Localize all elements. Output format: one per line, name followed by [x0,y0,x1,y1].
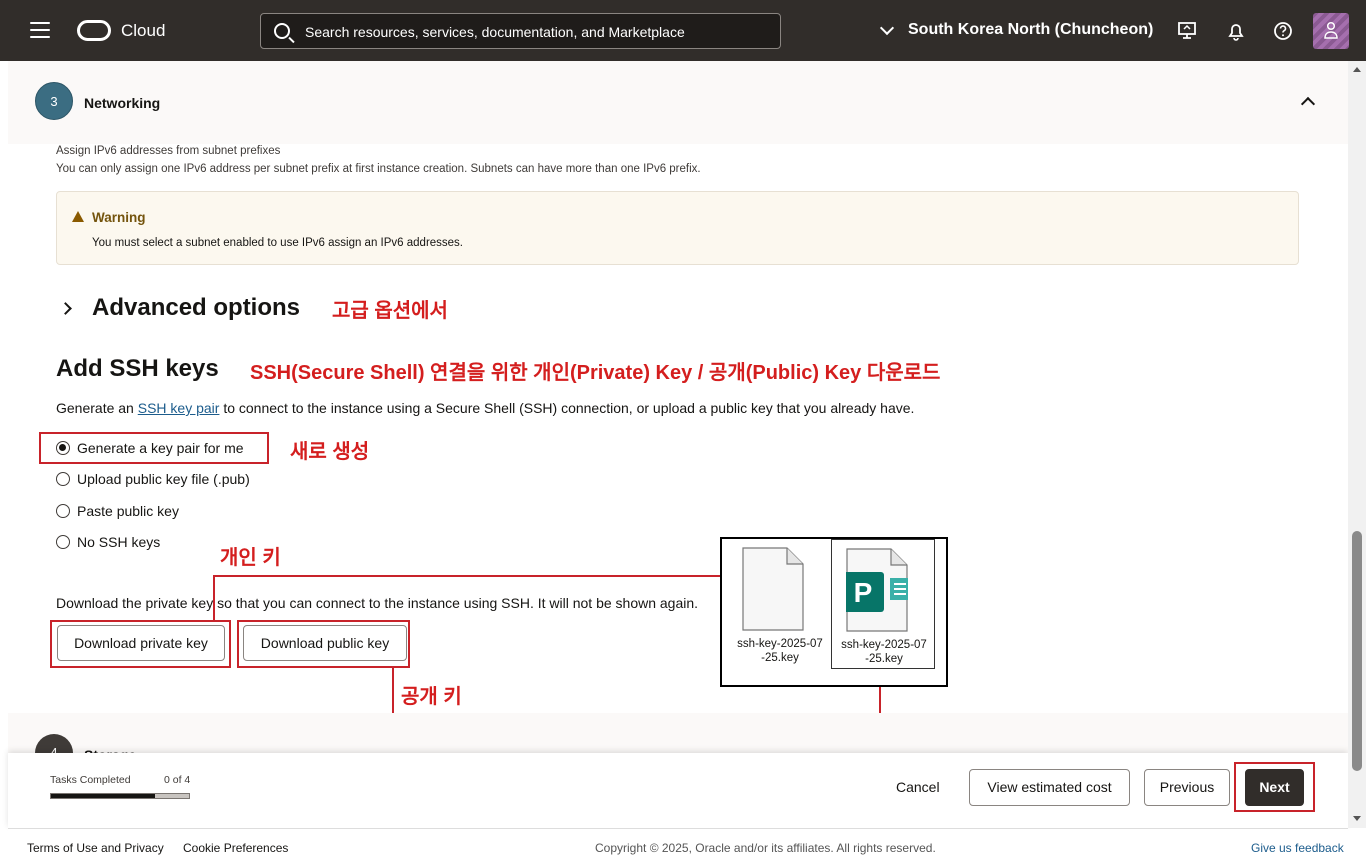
section-title: Networking [84,95,161,111]
create-instance-form: 3 Networking Assign IPv6 addresses from … [8,61,1348,828]
highlight-private-button [50,620,231,668]
annotation-ssh: SSH(Secure Shell) 연결을 위한 개인(Private) Key… [250,362,941,384]
svg-text:P: P [854,577,873,608]
warning-title: Warning [92,210,146,225]
region-label: South Korea North (Chuncheon) [908,21,1154,38]
chevron-right-icon[interactable] [59,302,72,315]
user-icon [1324,21,1338,39]
chevron-down-icon [879,20,895,35]
networking-section-header[interactable]: 3 Networking [8,61,1348,144]
warning-icon [72,211,84,222]
file-item-private[interactable]: ssh-key-2025-07 -25.key [728,539,832,669]
scroll-up-arrow-icon[interactable] [1353,67,1361,72]
previous-button[interactable]: Previous [1144,769,1230,806]
monitor-icon[interactable] [1176,20,1198,42]
search-input[interactable]: Search resources, services, documentatio… [260,13,781,49]
wizard-action-bar: Tasks Completed 0 of 4 Cancel View estim… [8,753,1348,828]
warning-banner: Warning You must select a subnet enabled… [56,191,1299,265]
download-instructions: Download the private key so that you can… [56,595,699,611]
ipv6-help-text: You can only assign one IPv6 address per… [56,163,701,175]
annotation-new: 새로 생성 [290,441,370,463]
radio-no-keys[interactable]: No SSH keys [56,534,160,550]
annotation-advanced: 고급 옵션에서 [332,300,448,322]
help-icon[interactable] [1272,20,1294,42]
view-estimated-cost-button[interactable]: View estimated cost [969,769,1130,806]
ssh-intro-prefix: Generate an [56,400,134,416]
connector-line [213,575,741,577]
radio-button[interactable] [56,504,70,518]
page-footer: Terms of Use and Privacy Cookie Preferen… [8,828,1348,865]
brand-name[interactable]: Cloud [121,21,165,41]
scroll-down-arrow-icon[interactable] [1353,816,1361,821]
step-badge: 3 [35,82,73,120]
feedback-link[interactable]: Give us feedback [1251,841,1344,855]
ssh-intro-suffix: to connect to the instance using a Secur… [223,400,915,416]
ipv6-label: Assign IPv6 addresses from subnet prefix… [56,145,281,157]
user-avatar[interactable] [1313,13,1349,49]
progress-bar [50,793,190,799]
cancel-button[interactable]: Cancel [896,779,940,795]
chevron-up-icon[interactable] [1300,96,1316,112]
file-name: ssh-key-2025-07 -25.key [841,639,927,665]
annotation-public: 공개 키 [401,686,462,708]
search-placeholder: Search resources, services, documentatio… [305,24,685,40]
copyright-text: Copyright © 2025, Oracle and/or its affi… [595,841,936,855]
tasks-label: Tasks Completed [50,774,131,786]
downloaded-files-panel: ssh-key-2025-07 -25.key P ssh-key-2025-07… [720,537,948,687]
region-selector[interactable]: South Korea North (Chuncheon) [879,20,1154,39]
search-icon [274,23,290,39]
advanced-options-toggle[interactable]: Advanced options [92,294,300,322]
radio-upload-key[interactable]: Upload public key file (.pub) [56,471,250,487]
connector-line [213,575,215,622]
highlight-generate [39,432,269,464]
ssh-keys-heading: Add SSH keys [56,355,219,382]
publisher-file-icon: P [846,548,908,632]
oracle-logo[interactable] [77,20,111,41]
warning-text: You must select a subnet enabled to use … [92,237,464,249]
blank-file-icon [742,547,804,631]
highlight-public-button [237,620,410,668]
vertical-scrollbar[interactable] [1348,61,1366,828]
menu-icon[interactable] [30,22,50,38]
highlight-next [1234,762,1315,812]
radio-paste-key[interactable]: Paste public key [56,503,179,519]
radio-label: Upload public key file (.pub) [77,471,250,487]
tasks-count: 0 of 4 [164,774,191,786]
top-navigation-bar: Cloud Search resources, services, docume… [0,0,1366,61]
radio-button[interactable] [56,472,70,486]
progress-fill [51,794,155,798]
ssh-key-pair-link[interactable]: SSH key pair [138,400,220,416]
radio-button[interactable] [56,535,70,549]
scrollbar-thumb[interactable] [1352,531,1362,771]
file-item-public[interactable]: P ssh-key-2025-07 -25.key [831,539,935,669]
radio-label: Paste public key [77,503,179,519]
ssh-intro: Generate an SSH key pair to connect to t… [56,400,914,416]
annotation-private: 개인 키 [220,547,281,569]
bell-icon[interactable] [1225,20,1247,42]
file-name: ssh-key-2025-07 -25.key [737,638,823,664]
terms-link[interactable]: Terms of Use and Privacy [27,841,164,855]
radio-label: No SSH keys [77,534,161,550]
cookie-preferences-link[interactable]: Cookie Preferences [183,841,288,855]
